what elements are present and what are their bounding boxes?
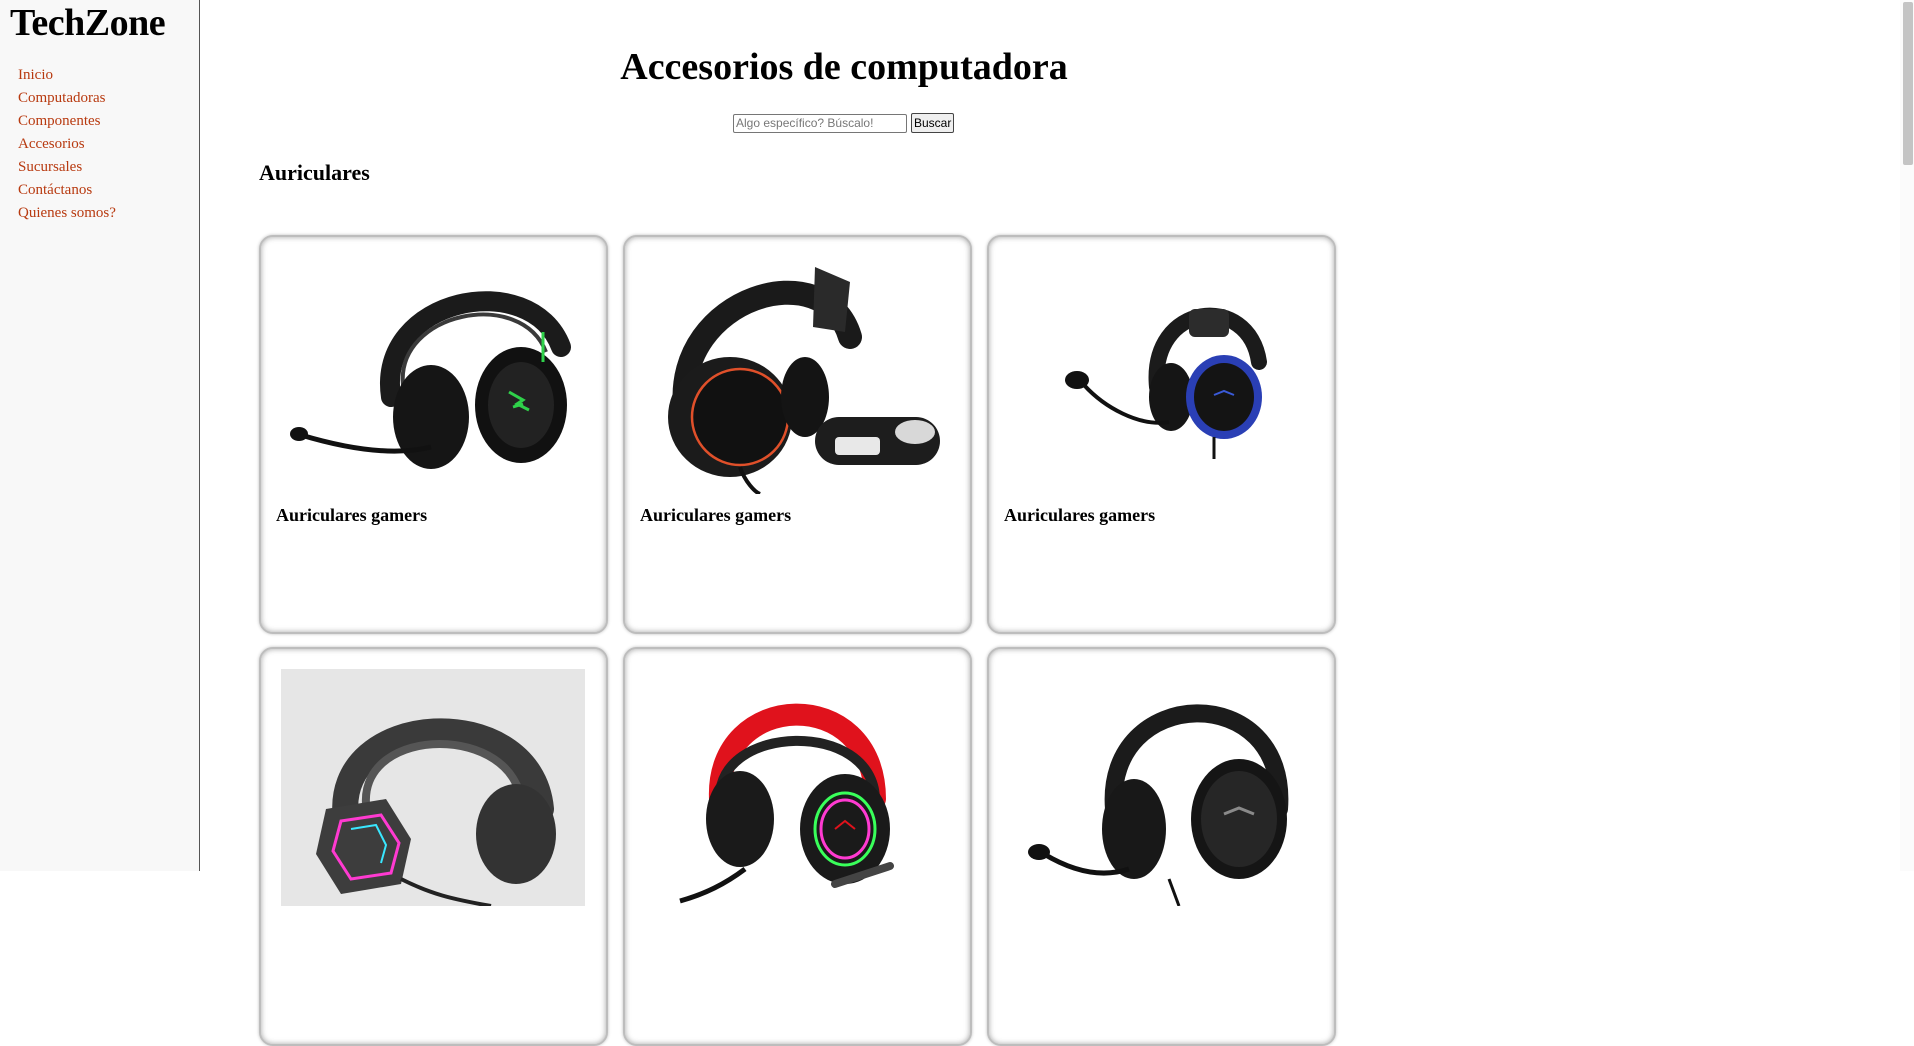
search-form: Buscar — [733, 113, 955, 133]
search-button[interactable]: Buscar — [911, 113, 955, 133]
product-image — [1009, 669, 1313, 906]
product-image — [645, 669, 949, 906]
headset-image — [1065, 307, 1267, 459]
product-name: Auriculares gamers — [640, 505, 792, 525]
product-image — [281, 669, 585, 906]
sidebar-nav: Inicio Computadoras Componentes Accesori… — [0, 64, 199, 225]
product-card[interactable] — [623, 647, 972, 1046]
nav-link-sucursales[interactable]: Sucursales — [18, 159, 82, 175]
nav-link-inicio[interactable]: Inicio — [18, 67, 53, 83]
nav-item-contactanos: Contáctanos — [18, 179, 199, 202]
nav-item-quienes-somos: Quienes somos? — [18, 202, 199, 225]
nav-item-computadoras: Computadoras — [18, 87, 199, 110]
headset-image — [668, 267, 940, 494]
nav-item-componentes: Componentes — [18, 110, 199, 133]
product-card[interactable]: Auriculares gamers — [623, 235, 972, 634]
headset-image — [281, 669, 585, 906]
page-scrollbar[interactable] — [1900, 0, 1914, 871]
section-title: Auriculares — [259, 160, 370, 185]
search-input[interactable] — [733, 113, 907, 133]
nav-link-quienes-somos[interactable]: Quienes somos? — [18, 205, 116, 221]
product-name: Auriculares gamers — [1004, 505, 1156, 525]
product-card[interactable]: Auriculares gamers — [987, 235, 1336, 634]
main-content: Accesorios de computadora Buscar Auricul… — [200, 0, 1900, 1046]
product-image — [645, 257, 949, 494]
product-image — [1009, 257, 1313, 494]
brand-logo[interactable]: TechZone — [0, 0, 199, 46]
product-image — [281, 257, 585, 494]
nav-link-accesorios[interactable]: Accesorios — [18, 136, 85, 152]
sidebar: TechZone Inicio Computadoras Componentes… — [0, 0, 200, 871]
product-grid: Auriculares gamers Auriculares gamers Au… — [259, 235, 1349, 1046]
nav-item-accesorios: Accesorios — [18, 133, 199, 156]
product-card[interactable]: Auriculares gamers — [259, 235, 608, 634]
nav-link-contactanos[interactable]: Contáctanos — [18, 182, 92, 198]
nav-link-computadoras[interactable]: Computadoras — [18, 90, 106, 106]
page-title: Accesorios de computadora — [620, 46, 1068, 88]
product-card[interactable] — [259, 647, 608, 1046]
nav-item-inicio: Inicio — [18, 64, 199, 87]
product-name: Auriculares gamers — [276, 505, 428, 525]
headset-image — [1028, 704, 1289, 906]
headset-image — [290, 291, 571, 469]
headset-image — [679, 703, 894, 904]
product-card[interactable] — [987, 647, 1336, 1046]
nav-item-sucursales: Sucursales — [18, 156, 199, 179]
nav-link-componentes[interactable]: Componentes — [18, 113, 101, 129]
scrollbar-thumb[interactable] — [1903, 2, 1913, 165]
